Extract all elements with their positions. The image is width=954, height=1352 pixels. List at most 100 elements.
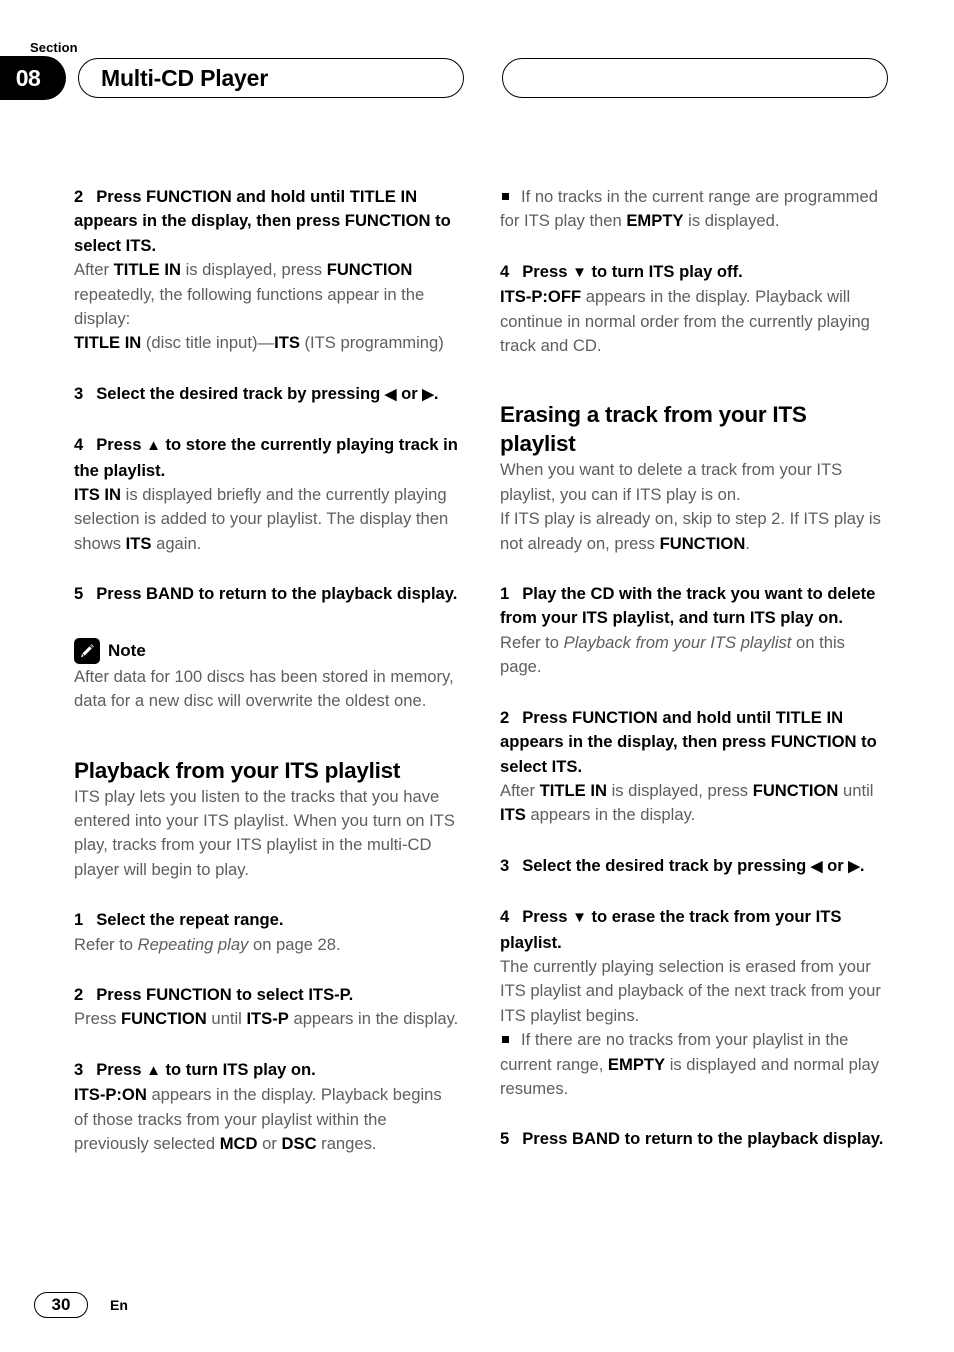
text-fragment: until	[206, 1009, 247, 1029]
step-title: Play the CD with the track you want to d…	[500, 584, 876, 628]
page-footer: 30 En	[34, 1292, 128, 1318]
step-body: The currently playing selection is erase…	[500, 956, 881, 1025]
up-arrow-icon: ▲	[146, 1061, 161, 1079]
step-number: 5	[500, 1129, 510, 1149]
step-number: 4	[74, 435, 84, 455]
step-heading: 2 Press FUNCTION to select ITS-P.	[74, 983, 459, 1007]
step-title-end: .	[859, 855, 865, 875]
page-title: Multi-CD Player	[101, 65, 268, 91]
keyword: FUNCTION	[752, 780, 839, 800]
keyword: FUNCTION	[326, 260, 413, 280]
text-fragment: appears in the display.	[288, 1009, 459, 1029]
step-title-cont: to turn ITS play on.	[160, 1059, 316, 1079]
step-title: Select the repeat range.	[96, 910, 284, 930]
square-bullet-icon	[502, 1036, 509, 1044]
step-title: Press	[522, 261, 573, 281]
page-header: Section 08 Multi-CD Player	[0, 34, 954, 106]
keyword: TITLE IN	[74, 333, 142, 353]
text-fragment: Refer to	[500, 632, 564, 652]
left-column: 2 Press FUNCTION and hold until TITLE IN …	[74, 185, 459, 1156]
text-fragment: After	[74, 260, 114, 280]
keyword: ITS-P	[246, 1009, 289, 1029]
keyword: ITS IN	[74, 485, 122, 505]
step-body: Press FUNCTION until ITS-P appears in th…	[74, 1007, 459, 1031]
keyword: ITS	[274, 333, 300, 353]
text-fragment: until	[838, 780, 874, 800]
down-arrow-icon: ▼	[572, 263, 587, 281]
step-number: 3	[74, 383, 84, 403]
step-heading: 5 Press BAND to return to the playback di…	[500, 1127, 885, 1151]
note-header: Note	[74, 637, 459, 665]
keyword: MCD	[219, 1133, 258, 1153]
language-code: En	[110, 1297, 128, 1313]
step-body: ITS IN is displayed briefly and the curr…	[74, 483, 459, 556]
step-number: 3	[500, 855, 510, 875]
step-title: Press BAND to return to the playback dis…	[96, 584, 458, 604]
pencil-icon	[74, 637, 100, 664]
keyword: EMPTY	[626, 211, 684, 231]
step-heading: 5 Press BAND to return to the playback di…	[74, 582, 459, 606]
bullet-item: If no tracks in the current range are pr…	[500, 185, 885, 234]
text-fragment: appears in the display.	[525, 805, 696, 825]
square-bullet-icon	[502, 193, 509, 200]
text-fragment: or	[257, 1133, 282, 1153]
bullet-item: If there are no tracks from your playlis…	[500, 1028, 885, 1101]
text-fragment: repeatedly, the following functions appe…	[74, 284, 425, 329]
right-arrow-icon: ▶	[848, 857, 860, 875]
section-label: Section	[30, 40, 78, 55]
step-title: Press	[96, 435, 147, 455]
keyword: TITLE IN	[539, 780, 607, 800]
step-title: Select the desired track by pressing	[96, 383, 385, 403]
step-title: Select the desired track by pressing	[522, 855, 811, 875]
text-fragment: When you want to delete a track from you…	[500, 460, 843, 504]
keyword: EMPTY	[607, 1054, 666, 1074]
page-number: 30	[34, 1292, 88, 1318]
cross-reference: Repeating play	[137, 934, 249, 954]
section-intro: ITS play lets you listen to the tracks t…	[74, 786, 455, 879]
text-fragment: .	[745, 533, 750, 553]
step-title: Press BAND to return to the playback dis…	[522, 1129, 884, 1149]
step-title: Press	[522, 907, 573, 927]
step-heading: 1 Play the CD with the track you want to …	[500, 582, 885, 631]
text-fragment: is displayed, press	[180, 260, 327, 280]
note-text: After data for 100 discs has been stored…	[74, 666, 454, 711]
step-body: ITS-P:OFF appears in the display. Playba…	[500, 285, 885, 358]
text-fragment: Press	[74, 1009, 122, 1029]
keyword: ITS	[125, 533, 152, 553]
text-fragment: again.	[151, 533, 202, 553]
chapter-title-pill: Multi-CD Player	[78, 58, 464, 98]
keyword: TITLE IN	[113, 260, 181, 280]
keyword: ITS	[500, 805, 526, 825]
step-heading: 4 Press ▼ to turn ITS play off.	[500, 260, 885, 285]
up-arrow-icon: ▲	[146, 437, 161, 455]
step-number: 2	[500, 707, 510, 727]
text-fragment: on page 28.	[248, 934, 341, 954]
text-fragment: is displayed.	[683, 211, 780, 231]
section-intro: When you want to delete a track from you…	[500, 458, 885, 556]
section-number: 08	[15, 65, 41, 91]
left-arrow-icon: ◀	[384, 385, 397, 403]
right-column: If no tracks in the current range are pr…	[500, 185, 885, 1152]
text-fragment: After	[500, 780, 540, 800]
right-arrow-icon: ▶	[422, 385, 434, 403]
step-number: 3	[74, 1059, 84, 1079]
step-heading: 3 Press ▲ to turn ITS play on.	[74, 1058, 459, 1083]
step-body: Refer to Playback from your ITS playlist…	[500, 631, 885, 680]
keyword: DSC	[281, 1133, 317, 1153]
step-number: 1	[500, 584, 510, 604]
text-fragment: (disc title input)—	[141, 333, 275, 353]
text-fragment: (ITS programming)	[299, 333, 444, 353]
step-heading: 3 Select the desired track by pressing ◀ …	[500, 854, 885, 879]
document-page: Section 08 Multi-CD Player 2 Press FUNCTI…	[0, 0, 954, 1352]
